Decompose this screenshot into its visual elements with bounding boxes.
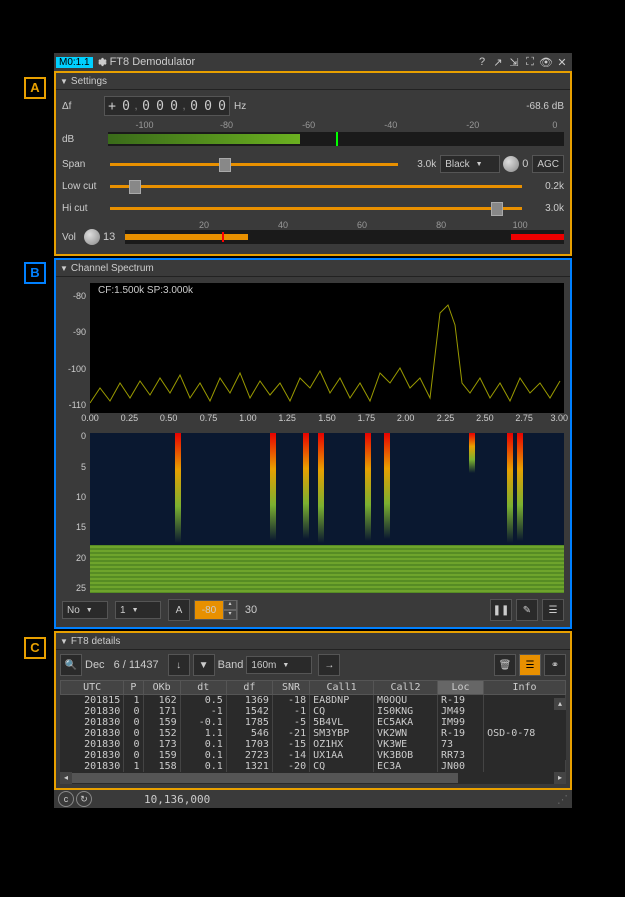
label-c: C bbox=[24, 637, 46, 659]
table-row[interactable]: 20183001521.1546-21SM3YBPVK2WNR-19OSD-0-… bbox=[61, 728, 566, 739]
shrink-icon[interactable]: ⇲ bbox=[506, 54, 522, 70]
waterfall-plot[interactable]: 0 5 10 15 20 25 bbox=[90, 433, 564, 593]
col-call2[interactable]: Call2 bbox=[374, 681, 438, 695]
spectrum-plot[interactable]: CF:1.500k SP:3.000k -80 -90 -100 -110 bbox=[90, 283, 564, 413]
spec-combo1[interactable]: No▼ bbox=[62, 601, 108, 619]
collapse-icon: ▼ bbox=[60, 77, 68, 86]
gear-icon[interactable] bbox=[95, 56, 107, 68]
vol-label: Vol bbox=[62, 232, 84, 243]
table-row[interactable]: 20183001590.12723-14UX1AAVK3BOBRR73 bbox=[61, 750, 566, 761]
band-select[interactable]: 160m▼ bbox=[246, 656, 312, 674]
export-icon[interactable]: ↗ bbox=[490, 54, 506, 70]
level-spin[interactable]: ▴▾ bbox=[194, 600, 238, 620]
db-readout: -68.6 dB bbox=[526, 101, 564, 112]
dec-label: Dec bbox=[85, 659, 105, 671]
col-okb[interactable]: OKb bbox=[143, 681, 180, 695]
spin2-value: 30 bbox=[242, 604, 260, 616]
table-row[interactable]: 20183011580.11321-20CQEC3AJN00 bbox=[61, 761, 566, 772]
spectrum-title: Channel Spectrum bbox=[71, 263, 154, 274]
go-button[interactable]: → bbox=[318, 654, 340, 676]
label-a: A bbox=[24, 77, 46, 99]
collapse-icon: ▼ bbox=[60, 637, 68, 646]
label-b: B bbox=[24, 262, 46, 284]
colormap-select[interactable]: Black▼ bbox=[440, 155, 500, 173]
hicut-slider[interactable] bbox=[110, 207, 522, 210]
window-tag: M0:1.1 bbox=[56, 57, 93, 68]
vol-knob[interactable] bbox=[84, 229, 100, 245]
statusbar: c ↻ 10,136,000 ⋰ bbox=[54, 790, 572, 808]
list-button[interactable]: ☰ bbox=[519, 654, 541, 676]
ft8-title: FT8 details bbox=[71, 636, 120, 647]
window-title: FT8 Demodulator bbox=[110, 56, 196, 68]
span-label: Span bbox=[62, 159, 104, 170]
db-label: dB bbox=[62, 134, 104, 145]
span-slider[interactable] bbox=[110, 163, 398, 166]
scrollbar-horizontal[interactable]: ◂ ▸ bbox=[60, 772, 566, 784]
spec-combo2[interactable]: 1▼ bbox=[115, 601, 161, 619]
lowcut-label: Low cut bbox=[62, 181, 104, 192]
spectrum-xaxis: 0.00 0.25 0.50 0.75 1.00 1.25 1.50 1.75 … bbox=[90, 413, 564, 427]
col-dt[interactable]: dt bbox=[180, 681, 226, 695]
link-button[interactable]: ⚭ bbox=[544, 654, 566, 676]
status-frequency: 10,136,000 bbox=[144, 793, 210, 806]
cc-icon[interactable]: c bbox=[58, 791, 74, 807]
ft8-header[interactable]: ▼ FT8 details bbox=[56, 633, 570, 650]
help-icon[interactable]: ? bbox=[474, 54, 490, 70]
agc-value: 0 bbox=[522, 158, 528, 170]
a-button[interactable]: A bbox=[168, 599, 190, 621]
vol-meter: 20 40 60 80 100 bbox=[125, 230, 564, 244]
col-df[interactable]: df bbox=[226, 681, 272, 695]
edit-button[interactable]: ✎ bbox=[516, 599, 538, 621]
agc-knob[interactable] bbox=[503, 156, 519, 172]
vol-value: 13 bbox=[103, 231, 121, 243]
filter-button[interactable]: ▼ bbox=[193, 654, 215, 676]
spectrum-header[interactable]: ▼ Channel Spectrum bbox=[56, 260, 570, 277]
window-titlebar: M0:1.1 FT8 Demodulator ? ↗ ⇲ ⛶ 👁 ✕ bbox=[54, 53, 572, 71]
band-label: Band bbox=[218, 659, 244, 671]
col-call1[interactable]: Call1 bbox=[310, 681, 374, 695]
dec-count: 6 / 11437 bbox=[114, 659, 159, 671]
collapse-icon: ▼ bbox=[60, 264, 68, 273]
waterfall-yaxis: 0 5 10 15 20 25 bbox=[62, 433, 88, 593]
scrollbar-vertical[interactable]: ▴ bbox=[554, 698, 566, 760]
col-loc[interactable]: Loc bbox=[438, 681, 484, 695]
col-snr[interactable]: SNR bbox=[272, 681, 309, 695]
pause-button[interactable]: ❚❚ bbox=[490, 599, 512, 621]
refresh-icon[interactable]: ↻ bbox=[76, 791, 92, 807]
df-label: Δf bbox=[62, 101, 104, 112]
df-input[interactable]: + 0 , 0 0 0 , 0 0 0 bbox=[104, 96, 230, 116]
hide-icon[interactable]: 👁 bbox=[538, 54, 554, 70]
table-row[interactable]: 20181511620.51369-18EA8DNPM0OQUR-19 bbox=[61, 695, 566, 707]
col-utc[interactable]: UTC bbox=[61, 681, 124, 695]
lowcut-value: 0.2k bbox=[528, 181, 564, 192]
down-button[interactable]: ↓ bbox=[168, 654, 190, 676]
agc-button[interactable]: AGC bbox=[532, 155, 564, 173]
table-row[interactable]: 20183001730.11703-15OZ1HXVK3WE73 bbox=[61, 739, 566, 750]
settings-title: Settings bbox=[71, 76, 107, 87]
db-meter: -100 -80 -60 -40 -20 0 bbox=[108, 132, 564, 146]
resize-grip[interactable]: ⋰ bbox=[557, 793, 568, 806]
col-info[interactable]: Info bbox=[484, 681, 566, 695]
hicut-value: 3.0k bbox=[528, 203, 564, 214]
ft8-table[interactable]: UTCPOKbdtdfSNRCall1Call2LocInfo 20181511… bbox=[60, 680, 566, 772]
menu-button[interactable]: ☰ bbox=[542, 599, 564, 621]
expand-icon[interactable]: ⛶ bbox=[522, 54, 538, 70]
delete-button[interactable]: 🗑 bbox=[494, 654, 516, 676]
table-row[interactable]: 2018300159-0.11785-55B4VLEC5AKAIM99 bbox=[61, 717, 566, 728]
df-unit: Hz bbox=[234, 101, 246, 112]
col-p[interactable]: P bbox=[124, 681, 143, 695]
spectrum-yaxis: -80 -90 -100 -110 bbox=[62, 283, 88, 413]
hicut-label: Hi cut bbox=[62, 203, 104, 214]
table-row[interactable]: 2018300171-11542-1CQIS0KNGJM49 bbox=[61, 706, 566, 717]
settings-header[interactable]: ▼ Settings bbox=[56, 73, 570, 90]
lowcut-slider[interactable] bbox=[110, 185, 522, 188]
search-button[interactable]: 🔍 bbox=[60, 654, 82, 676]
close-icon[interactable]: ✕ bbox=[554, 54, 570, 70]
span-value: 3.0k bbox=[404, 159, 436, 170]
